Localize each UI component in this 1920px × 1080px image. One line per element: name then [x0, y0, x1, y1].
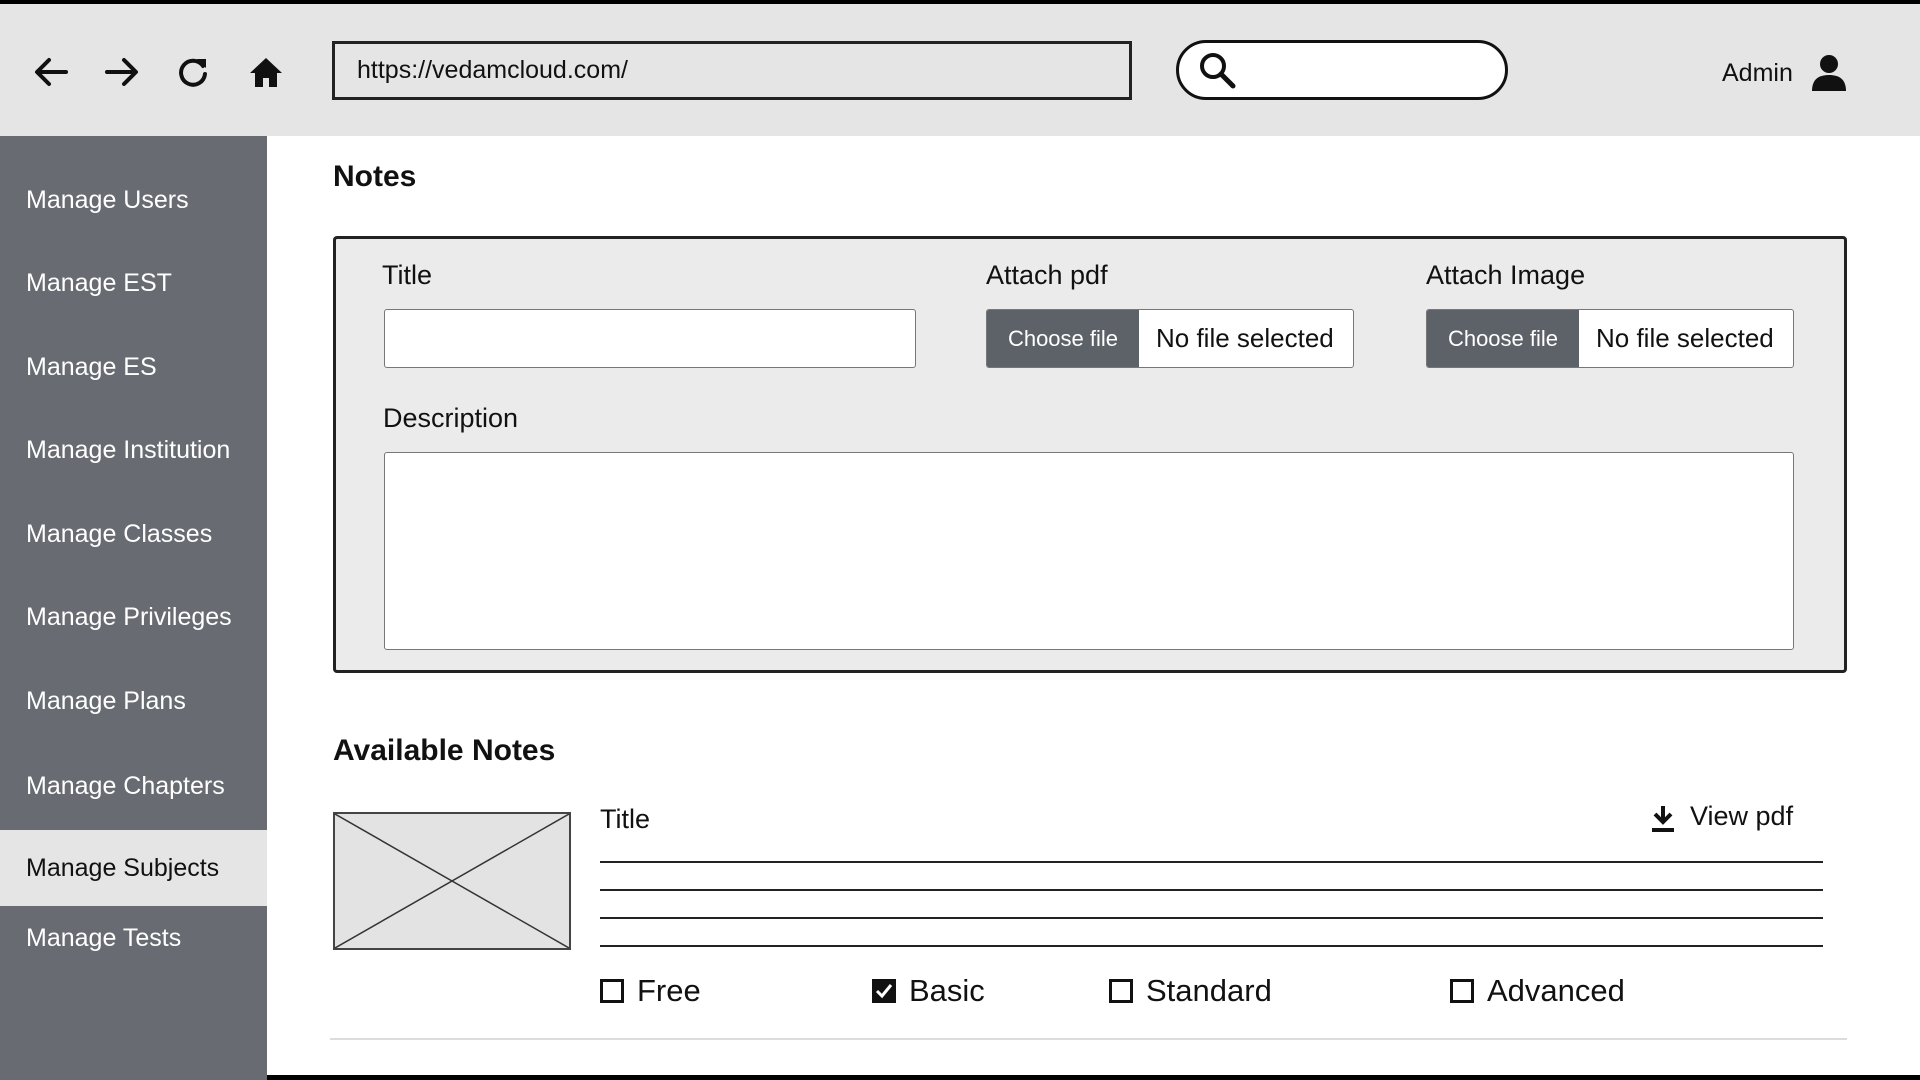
home-button[interactable]	[244, 50, 288, 94]
note-detail-line	[600, 889, 1823, 891]
sidebar-item-manage-chapters[interactable]: Manage Chapters	[0, 748, 267, 824]
choose-pdf-button[interactable]: Choose file	[987, 310, 1139, 367]
checkbox-checked-icon[interactable]	[872, 979, 896, 1003]
view-pdf-label: View pdf	[1690, 800, 1794, 831]
forward-button[interactable]	[100, 50, 144, 94]
home-icon	[250, 58, 282, 87]
sidebar-item-manage-tests[interactable]: Manage Tests	[0, 900, 267, 976]
arrow-left-icon	[35, 58, 68, 86]
search-icon	[1200, 53, 1236, 89]
attach-image-input[interactable]: Choose file No file selected	[1426, 309, 1794, 368]
search-input[interactable]	[1247, 50, 1487, 90]
sidebar-item-label: Manage Users	[26, 185, 189, 214]
url-text: https://vedamcloud.com/	[357, 56, 628, 84]
view-pdf-link[interactable]: View pdf	[1650, 798, 1793, 834]
choose-image-button[interactable]: Choose file	[1427, 310, 1579, 367]
plan-label: Standard	[1146, 973, 1272, 1008]
sidebar-item-label: Manage ES	[26, 352, 157, 381]
sidebar-item-label: Manage Tests	[26, 923, 182, 952]
attach-pdf-input[interactable]: Choose file No file selected	[986, 309, 1354, 368]
attach-image-label: Attach Image	[1426, 260, 1586, 290]
sidebar-item-label: Manage EST	[26, 268, 172, 297]
sidebar-item-label: Manage Chapters	[26, 771, 225, 800]
note-thumbnail	[333, 812, 571, 950]
sidebar-item-label: Manage Institution	[26, 435, 231, 464]
notes-form-panel: Title Attach pdf Choose file No file sel…	[333, 236, 1847, 673]
note-title: Title	[600, 804, 651, 834]
sidebar-item-label: Manage Plans	[26, 686, 186, 715]
sidebar-item-label: Manage Privileges	[26, 602, 232, 631]
sidebar-item-manage-es[interactable]: Manage ES	[0, 329, 267, 405]
reload-icon	[179, 58, 207, 87]
note-detail-line	[600, 945, 1823, 947]
sidebar-item-manage-institution[interactable]: Manage Institution	[0, 412, 267, 488]
plan-label: Advanced	[1487, 973, 1625, 1008]
sidebar-item-label: Manage Subjects	[26, 853, 220, 882]
sidebar-item-manage-subjects[interactable]: Manage Subjects	[0, 830, 267, 906]
title-input[interactable]	[384, 309, 916, 368]
plan-checkbox-advanced[interactable]: Advanced	[1450, 973, 1625, 1009]
user-icon	[1811, 55, 1846, 91]
plan-checkbox-basic[interactable]: Basic	[872, 973, 985, 1009]
user-menu[interactable]: Admin	[1722, 51, 1847, 95]
description-textarea[interactable]	[384, 452, 1794, 650]
browser-toolbar: https://vedamcloud.com/ Admin	[0, 4, 1920, 136]
sidebar-item-manage-plans[interactable]: Manage Plans	[0, 663, 267, 739]
attach-pdf-label: Attach pdf	[986, 260, 1108, 290]
available-notes-heading: Available Notes	[333, 734, 556, 767]
page-title: Notes	[333, 160, 417, 193]
reload-button[interactable]	[171, 50, 215, 94]
user-label: Admin	[1722, 58, 1793, 87]
sidebar-item-manage-users[interactable]: Manage Users	[0, 162, 267, 238]
sidebar-item-manage-est[interactable]: Manage EST	[0, 245, 267, 321]
plan-checkbox-standard[interactable]: Standard	[1109, 973, 1272, 1009]
title-label: Title	[382, 260, 433, 290]
checkmark-icon	[875, 984, 893, 999]
checkbox-unchecked-icon[interactable]	[1450, 979, 1474, 1003]
sidebar-item-manage-classes[interactable]: Manage Classes	[0, 496, 267, 572]
description-label: Description	[383, 403, 519, 433]
image-file-status: No file selected	[1596, 323, 1774, 353]
plan-label: Free	[637, 973, 701, 1008]
arrow-right-icon	[105, 58, 138, 86]
sidebar: Manage Users Manage EST Manage ES Manage…	[0, 136, 267, 1080]
note-detail-line	[600, 917, 1823, 919]
window-bottom-border	[267, 1075, 1920, 1080]
image-placeholder-icon	[335, 814, 569, 948]
address-bar[interactable]: https://vedamcloud.com/	[332, 41, 1132, 100]
sidebar-item-label: Manage Classes	[26, 519, 213, 548]
checkbox-unchecked-icon[interactable]	[600, 979, 624, 1003]
checkbox-unchecked-icon[interactable]	[1109, 979, 1133, 1003]
sidebar-item-manage-privileges[interactable]: Manage Privileges	[0, 579, 267, 655]
back-button[interactable]	[29, 50, 73, 94]
search-box[interactable]	[1176, 40, 1508, 100]
download-icon	[1652, 806, 1674, 832]
pdf-file-status: No file selected	[1156, 323, 1334, 353]
plan-label: Basic	[909, 973, 985, 1008]
note-detail-line	[600, 861, 1823, 863]
plan-checkbox-free[interactable]: Free	[600, 973, 701, 1009]
section-divider	[330, 1038, 1847, 1040]
